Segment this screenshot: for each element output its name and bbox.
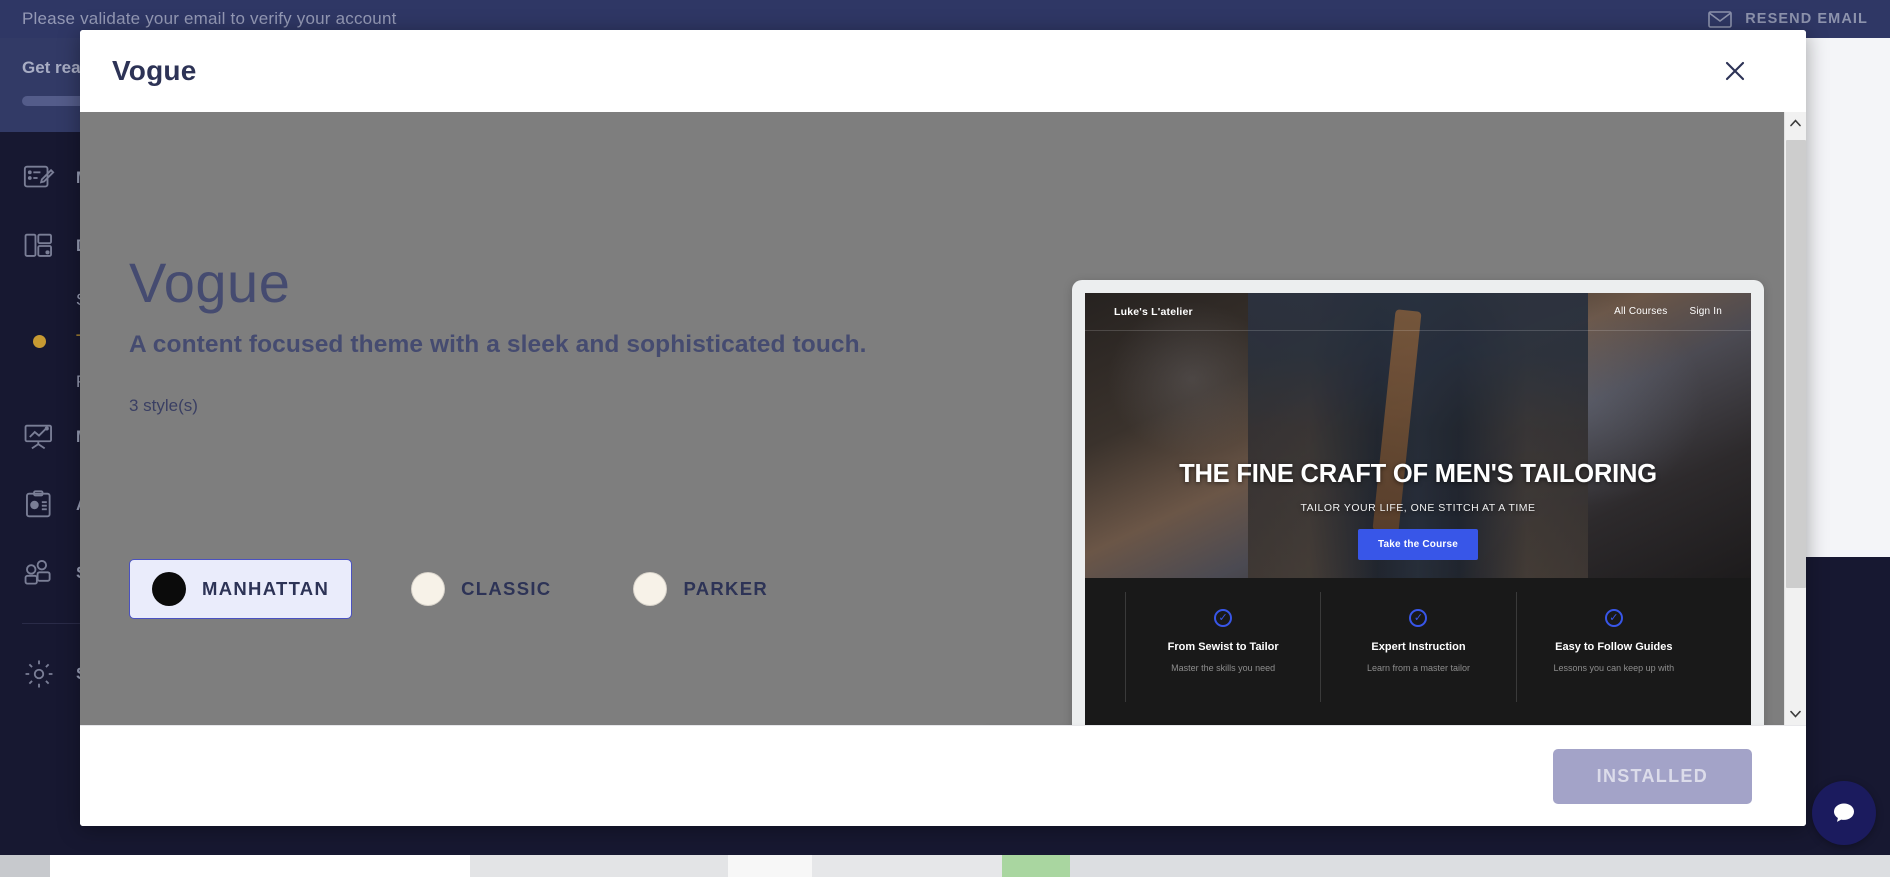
- laptop-screen: Luke's L'atelier All Courses Sign In THE…: [1072, 280, 1764, 725]
- site-feature-card: ✓ Expert Instruction Learn from a master…: [1320, 592, 1515, 702]
- style-swatch-icon: [152, 572, 186, 606]
- style-option-classic[interactable]: CLASSIC: [388, 559, 574, 619]
- site-feature-card: ✓ From Sewist to Tailor Master the skill…: [1125, 592, 1320, 702]
- theme-name: Vogue: [129, 251, 291, 314]
- site-hero: Luke's L'atelier All Courses Sign In THE…: [1085, 293, 1751, 578]
- chevron-up-icon[interactable]: [1785, 112, 1807, 134]
- site-features: ✓ From Sewist to Tailor Master the skill…: [1085, 578, 1751, 702]
- site-feature-title: Expert Instruction: [1371, 641, 1466, 653]
- theme-info: Vogue A content focused theme with a sle…: [129, 251, 949, 416]
- style-option-parker[interactable]: PARKER: [610, 559, 791, 619]
- site-feature-body: Learn from a master tailor: [1366, 663, 1471, 673]
- theme-detail-pane: Vogue A content focused theme with a sle…: [80, 112, 1784, 725]
- site-nav-link-sign-in[interactable]: Sign In: [1689, 306, 1722, 317]
- installed-button[interactable]: INSTALLED: [1552, 748, 1752, 804]
- modal-scrollbar[interactable]: [1784, 112, 1806, 725]
- modal-footer: INSTALLED: [80, 725, 1806, 826]
- check-circle-icon: ✓: [1409, 609, 1428, 627]
- theme-preview-modal: Vogue Vogue A content focused theme with…: [80, 30, 1806, 826]
- modal-title: Vogue: [112, 55, 197, 86]
- site-nav-links: All Courses Sign In: [1614, 306, 1722, 317]
- style-count-label: 3 style(s): [129, 395, 198, 415]
- modal-header: Vogue: [80, 30, 1806, 112]
- style-option-label: CLASSIC: [461, 578, 552, 599]
- scrollbar-track[interactable]: [1785, 134, 1807, 703]
- close-icon[interactable]: [1718, 54, 1752, 88]
- style-option-label: PARKER: [683, 578, 768, 599]
- scrollbar-thumb[interactable]: [1785, 140, 1806, 588]
- site-brand: Luke's L'atelier: [1114, 305, 1193, 318]
- hero-subheading: TAILOR YOUR LIFE, ONE STITCH AT A TIME: [1300, 502, 1536, 514]
- theme-tagline: A content focused theme with a sleek and…: [129, 330, 867, 358]
- site-feature-body: Master the skills you need: [1171, 663, 1276, 673]
- modal-body: Vogue A content focused theme with a sle…: [80, 112, 1806, 725]
- laptop-preview: Luke's L'atelier All Courses Sign In THE…: [1072, 280, 1772, 725]
- style-option-manhattan[interactable]: MANHATTAN: [129, 559, 353, 619]
- check-circle-icon: ✓: [1604, 609, 1623, 627]
- hero-cta-button[interactable]: Take the Course: [1357, 529, 1479, 560]
- style-swatch-icon: [411, 572, 446, 606]
- site-preview: Luke's L'atelier All Courses Sign In THE…: [1085, 293, 1751, 725]
- site-nav-link-all-courses[interactable]: All Courses: [1614, 306, 1667, 317]
- site-feature-title: Easy to Follow Guides: [1555, 641, 1673, 653]
- hero-heading: THE FINE CRAFT OF MEN'S TAILORING: [1179, 460, 1657, 488]
- chat-bubble-icon[interactable]: [1812, 781, 1876, 845]
- site-feature-card: ✓ Easy to Follow Guides Lessons you can …: [1515, 592, 1711, 702]
- site-feature-body: Lessons you can keep up with: [1553, 663, 1675, 673]
- style-option-label: MANHATTAN: [202, 578, 330, 599]
- site-navbar: Luke's L'atelier All Courses Sign In: [1085, 293, 1751, 331]
- hero-copy: THE FINE CRAFT OF MEN'S TAILORING TAILOR…: [1085, 460, 1751, 560]
- style-swatch-icon: [633, 572, 668, 606]
- chevron-down-icon[interactable]: [1785, 703, 1807, 725]
- site-feature-title: From Sewist to Tailor: [1167, 641, 1279, 653]
- style-selector: MANHATTAN CLASSIC PARKER: [129, 559, 791, 619]
- check-circle-icon: ✓: [1214, 609, 1233, 627]
